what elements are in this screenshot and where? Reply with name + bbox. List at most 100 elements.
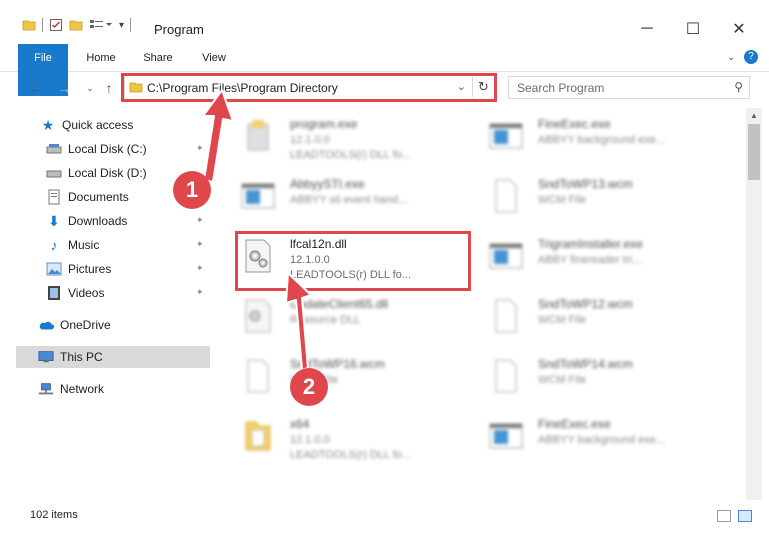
file-description: ABBY finereader tri... (538, 254, 642, 266)
pin-icon[interactable]: ✦ (196, 240, 204, 249)
drive-icon (46, 165, 62, 181)
vertical-scrollbar[interactable]: ▲ (746, 108, 762, 500)
file-version: 12.1.0.0 (290, 434, 330, 446)
sidebar-item-pictures[interactable]: Pictures ✦ (46, 258, 210, 280)
scroll-up-icon[interactable]: ▲ (746, 108, 762, 122)
sidebar-item-downloads[interactable]: ⬇ Downloads ✦ (46, 210, 210, 232)
folder-icon (245, 421, 271, 451)
file-item[interactable]: AbbyySTI.exe ABBYY sti event hand... (234, 170, 464, 222)
sidebar-item-label: Videos (68, 286, 105, 300)
file-item[interactable]: FineExec.exe ABBYY background exe... (482, 410, 712, 462)
file-name: program.exe (290, 117, 358, 131)
tab-home[interactable]: Home (80, 44, 122, 72)
pictures-icon (46, 261, 62, 277)
scroll-thumb[interactable] (748, 124, 760, 180)
network-icon (38, 381, 54, 397)
minimize-button[interactable]: ─ (624, 14, 670, 44)
sidebar-item-quick-access[interactable]: ★ Quick access (40, 114, 210, 136)
large-icons-view-icon[interactable] (738, 510, 752, 522)
properties-icon[interactable] (49, 18, 63, 32)
quick-access-toolbar: ▾ (22, 18, 132, 32)
file-item[interactable]: UpdateClient65.dll Resource DLL (234, 290, 464, 342)
customize-toolbar-icon[interactable] (89, 18, 113, 32)
sidebar-item-this-pc[interactable]: This PC (16, 346, 210, 368)
up-button[interactable]: ↑ (99, 80, 119, 96)
sidebar-item-label: OneDrive (60, 318, 111, 332)
new-folder-icon[interactable] (69, 18, 83, 32)
window-title: Program (154, 22, 204, 37)
chevron-down-icon[interactable]: ▾ (119, 20, 124, 31)
file-name: FineExec.exe (538, 117, 611, 131)
window-exe-icon (489, 123, 523, 149)
sidebar-item-onedrive[interactable]: OneDrive (38, 314, 210, 336)
music-icon: ♪ (50, 237, 58, 253)
sidebar-item-label: Network (60, 382, 105, 396)
file-type: WCM File (538, 314, 587, 326)
pin-icon[interactable]: ✦ (196, 216, 204, 225)
callout-badge-one: 1 (173, 171, 211, 209)
file-item[interactable]: SndToWP14.wcm WCM File (482, 350, 712, 402)
close-icon: ✕ (732, 21, 746, 38)
blank-file-icon (495, 179, 517, 213)
file-name: UpdateClient65.dll (290, 297, 389, 311)
star-icon: ★ (41, 116, 55, 133)
file-name: TrigramInstaller.exe (538, 237, 643, 251)
tab-view[interactable]: View (194, 44, 234, 72)
toolbar-separator (130, 18, 132, 32)
file-item[interactable]: TrigramInstaller.exe ABBY finereader tri… (482, 230, 712, 282)
sidebar-item-label: Downloads (68, 214, 128, 228)
file-type: WCM File (538, 374, 587, 386)
sidebar-item-label: Local Disk (C:) (68, 142, 147, 156)
sidebar-item-network[interactable]: Network (38, 378, 210, 400)
setup-exe-icon (247, 120, 269, 151)
computer-icon (38, 349, 54, 365)
sidebar-item-videos[interactable]: Videos ✦ (46, 282, 210, 304)
dll-gear-icon (245, 299, 271, 333)
file-description: ABBYY background exe... (538, 434, 665, 446)
file-item[interactable]: program.exe 12.1.0.0 LEADTOOLS(r) DLL fo… (234, 110, 464, 162)
sidebar-item-label: Music (68, 238, 100, 252)
recent-locations-button[interactable]: ⌄ (80, 80, 100, 96)
pin-icon[interactable]: ✦ (196, 288, 204, 297)
search-input[interactable]: Search Program ⚲ (508, 76, 750, 99)
file-description: LEADTOOLS(r) DLL fo... (290, 449, 412, 461)
search-icon: ⚲ (734, 80, 743, 94)
details-view-icon[interactable] (717, 510, 731, 522)
help-icon[interactable]: ? (744, 50, 758, 64)
blank-file-icon (247, 359, 269, 393)
file-name: FineExec.exe (538, 417, 611, 431)
sidebar-item-music[interactable]: ♪ Music ✦ (46, 234, 210, 256)
close-button[interactable]: ✕ (716, 14, 762, 44)
download-icon: ⬇ (48, 212, 60, 229)
sidebar-item-label: Local Disk (D:) (68, 166, 147, 180)
navigation-pane: ★ Quick access Local Disk (C:) ✦ Local D… (0, 108, 215, 500)
minimize-icon: ─ (641, 20, 653, 37)
file-item[interactable]: SndToWP13.wcm WCM File (482, 170, 712, 222)
file-name: AbbyySTI.exe (290, 177, 365, 191)
item-count: 102 items (30, 509, 78, 521)
folder-icon (22, 20, 36, 31)
file-description: ABBYY sti event hand... (290, 194, 408, 206)
file-description: ABBYY background exe... (538, 134, 665, 146)
file-item[interactable]: FineExec.exe ABBYY background exe... (482, 110, 712, 162)
file-version: 12.1.0.0 (290, 134, 330, 146)
expand-ribbon-icon[interactable]: ⌄ (727, 52, 735, 63)
cloud-icon (38, 317, 54, 333)
back-button[interactable]: ← (25, 80, 45, 96)
window-exe-icon (241, 183, 275, 209)
pin-icon[interactable]: ✦ (196, 144, 204, 153)
maximize-button[interactable]: ☐ (670, 14, 716, 44)
file-item[interactable]: x64 12.1.0.0 LEADTOOLS(r) DLL fo... (234, 410, 464, 462)
forward-button[interactable]: → (54, 80, 74, 96)
file-name: SndToWP12.wcm (538, 297, 633, 311)
status-bar: 102 items (0, 505, 769, 527)
arrow-left-icon: ← (28, 80, 42, 96)
pin-icon[interactable]: ✦ (196, 264, 204, 273)
arrow-up-icon: ↑ (105, 80, 113, 96)
file-item[interactable]: SndToWP12.wcm WCM File (482, 290, 712, 342)
tab-share[interactable]: Share (136, 44, 180, 72)
file-item[interactable]: SndToWP16.wcm WCM File (234, 350, 464, 402)
file-highlight-box (235, 231, 471, 291)
address-highlight-box (121, 73, 497, 102)
sidebar-item-local-disk-c[interactable]: Local Disk (C:) ✦ (46, 138, 210, 160)
